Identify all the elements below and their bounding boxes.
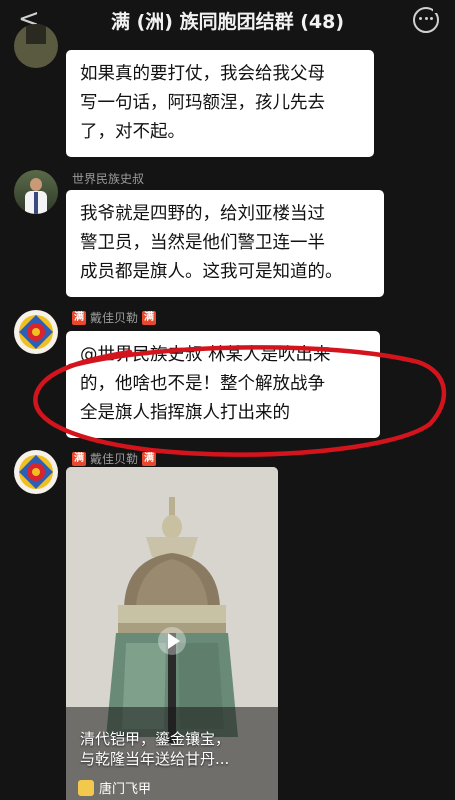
- message-line: 警卫员，当然是他们警卫连一半: [80, 233, 325, 253]
- video-message[interactable]: 清代铠甲，鎏金镶宝， 与乾隆当年送给甘丹... 唐门飞甲: [66, 467, 278, 800]
- source-app-icon: [78, 779, 94, 796]
- message-line: 如果真的要打仗，我会给我父母: [80, 64, 325, 84]
- avatar[interactable]: [14, 450, 58, 494]
- caption-line: 与乾隆当年送给甘丹...: [80, 750, 230, 768]
- sender-name-row: 世界民族史叔: [72, 170, 144, 187]
- message-line: 写一句话，阿玛额涅，孩儿先去: [80, 93, 325, 113]
- sender-name: 戴佳贝勒: [90, 311, 139, 325]
- video-caption: 清代铠甲，鎏金镶宝， 与乾隆当年送给甘丹...: [80, 729, 270, 769]
- emblem-icon: [19, 455, 53, 489]
- message-bubble[interactable]: 如果真的要打仗，我会给我父母 写一句话，阿玛额涅，孩儿先去 了，对不起。: [66, 50, 374, 157]
- group-badge: 满: [142, 310, 157, 325]
- avatar[interactable]: [14, 170, 58, 214]
- emblem-icon: [19, 315, 53, 349]
- message-line: 了，对不起。: [80, 122, 185, 142]
- message-bubble[interactable]: @世界民族史叔 林某人是吹出来 的，他啥也不是！整个解放战争 全是旗人指挥旗人打…: [66, 331, 380, 438]
- sender-name-row: 满 戴佳贝勒 满: [72, 450, 157, 467]
- group-badge: 满: [72, 451, 86, 466]
- sender-name-row: 满 戴佳贝勒 满: [72, 309, 157, 326]
- sender-name: 戴佳贝勒: [90, 452, 139, 466]
- group-badge: 满: [142, 451, 157, 466]
- message-line: 的，他啥也不是！整个解放战争: [80, 374, 325, 394]
- group-badge: 满: [72, 310, 86, 325]
- message-bubble[interactable]: 我爷就是四野的，给刘亚楼当过 警卫员，当然是他们警卫连一半 成员都是旗人。这我可…: [66, 190, 384, 297]
- message-line: @世界民族史叔 林某人是吹出来: [80, 345, 331, 365]
- avatar[interactable]: [14, 24, 58, 68]
- more-options-icon[interactable]: [413, 5, 441, 33]
- source-name: 唐门飞甲: [99, 782, 152, 797]
- message-line: 成员都是旗人。这我可是知道的。: [80, 262, 343, 282]
- sender-name: 世界民族史叔: [72, 172, 145, 186]
- video-source[interactable]: 唐门飞甲: [78, 778, 151, 797]
- caption-line: 清代铠甲，鎏金镶宝，: [80, 730, 231, 748]
- play-icon[interactable]: [158, 627, 186, 655]
- chat-title: 满 (洲) 族同胞团结群 (48): [110, 11, 345, 33]
- chat-header: < 满 (洲) 族同胞团结群 (48): [0, 0, 455, 38]
- message-line: 我爷就是四野的，给刘亚楼当过: [80, 204, 325, 224]
- avatar[interactable]: [14, 310, 58, 354]
- message-line: 全是旗人指挥旗人打出来的: [80, 403, 290, 423]
